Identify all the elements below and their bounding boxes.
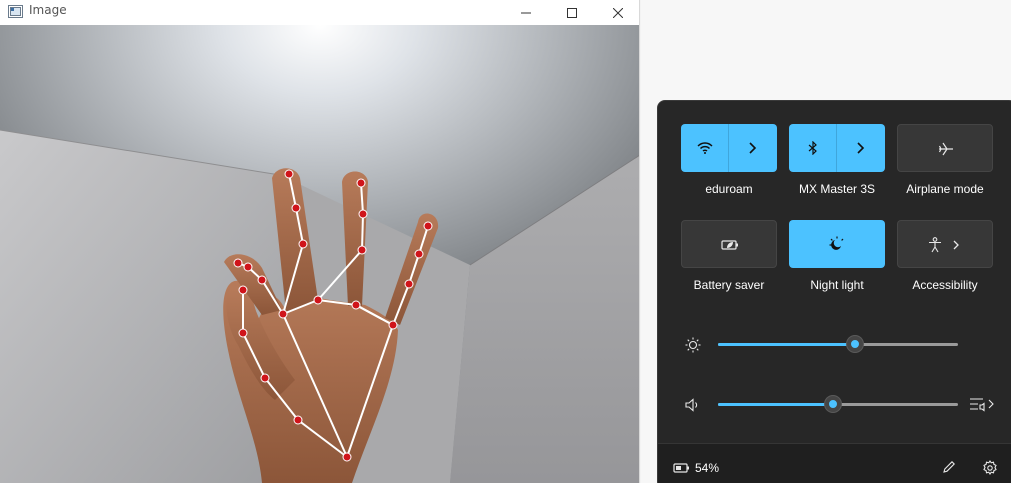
minimize-icon: [521, 12, 531, 13]
title-bar[interactable]: Image: [0, 0, 639, 25]
bluetooth-expand-button[interactable]: [837, 124, 885, 172]
close-button[interactable]: [595, 0, 639, 25]
brightness-slider[interactable]: [718, 336, 958, 352]
app-icon: [8, 5, 23, 18]
window-title: Image: [29, 3, 67, 17]
wifi-expand-button[interactable]: [729, 124, 777, 172]
brightness-icon: [685, 337, 701, 353]
maximize-icon: [567, 7, 577, 18]
battery-saver-label: Battery saver: [693, 278, 765, 292]
bluetooth-tile[interactable]: [789, 124, 885, 172]
wifi-label: eduroam: [705, 182, 753, 196]
brightness-thumb[interactable]: [846, 336, 863, 352]
chevron-right-icon: [749, 142, 757, 154]
airplane-icon: [938, 142, 953, 156]
wifi-tile[interactable]: [681, 124, 777, 172]
camera-image: [0, 25, 639, 483]
battery-saver-tile[interactable]: [681, 220, 777, 268]
settings-icon[interactable]: [982, 460, 998, 476]
volume-slider[interactable]: [718, 396, 958, 412]
maximize-button[interactable]: [549, 0, 595, 25]
quick-settings-footer: 54%: [658, 443, 1011, 483]
minimize-button[interactable]: [503, 0, 549, 25]
close-icon: [613, 7, 623, 18]
accessibility-icon: [929, 237, 941, 253]
night-light-label: Night light: [810, 278, 864, 292]
brightness-fill: [718, 343, 855, 346]
volume-thumb[interactable]: [825, 396, 842, 412]
audio-output-icon[interactable]: [969, 395, 997, 413]
volume-fill: [718, 403, 834, 406]
airplane-mode-tile[interactable]: [897, 124, 993, 172]
edit-icon[interactable]: [942, 460, 956, 474]
accessibility-label: Accessibility: [912, 278, 978, 292]
battery-percentage: 54%: [695, 461, 720, 475]
airplane-mode-label: Airplane mode: [906, 182, 984, 196]
quick-settings-panel: eduroam MX Master 3S Airplane mode Batte…: [657, 100, 1011, 483]
battery-icon[interactable]: [673, 462, 691, 474]
image-window: Image: [0, 0, 640, 483]
speaker-icon: [685, 398, 698, 412]
night-light-icon: [829, 236, 844, 250]
wifi-icon: [697, 142, 712, 154]
battery-saver-icon: [721, 240, 738, 250]
bluetooth-label: MX Master 3S: [798, 182, 876, 196]
accessibility-expand-button[interactable]: [950, 221, 962, 269]
chevron-right-icon: [953, 240, 959, 250]
bluetooth-icon: [808, 141, 817, 155]
accessibility-tile[interactable]: [897, 220, 993, 268]
chevron-right-icon: [857, 142, 865, 154]
night-light-tile[interactable]: [789, 220, 885, 268]
